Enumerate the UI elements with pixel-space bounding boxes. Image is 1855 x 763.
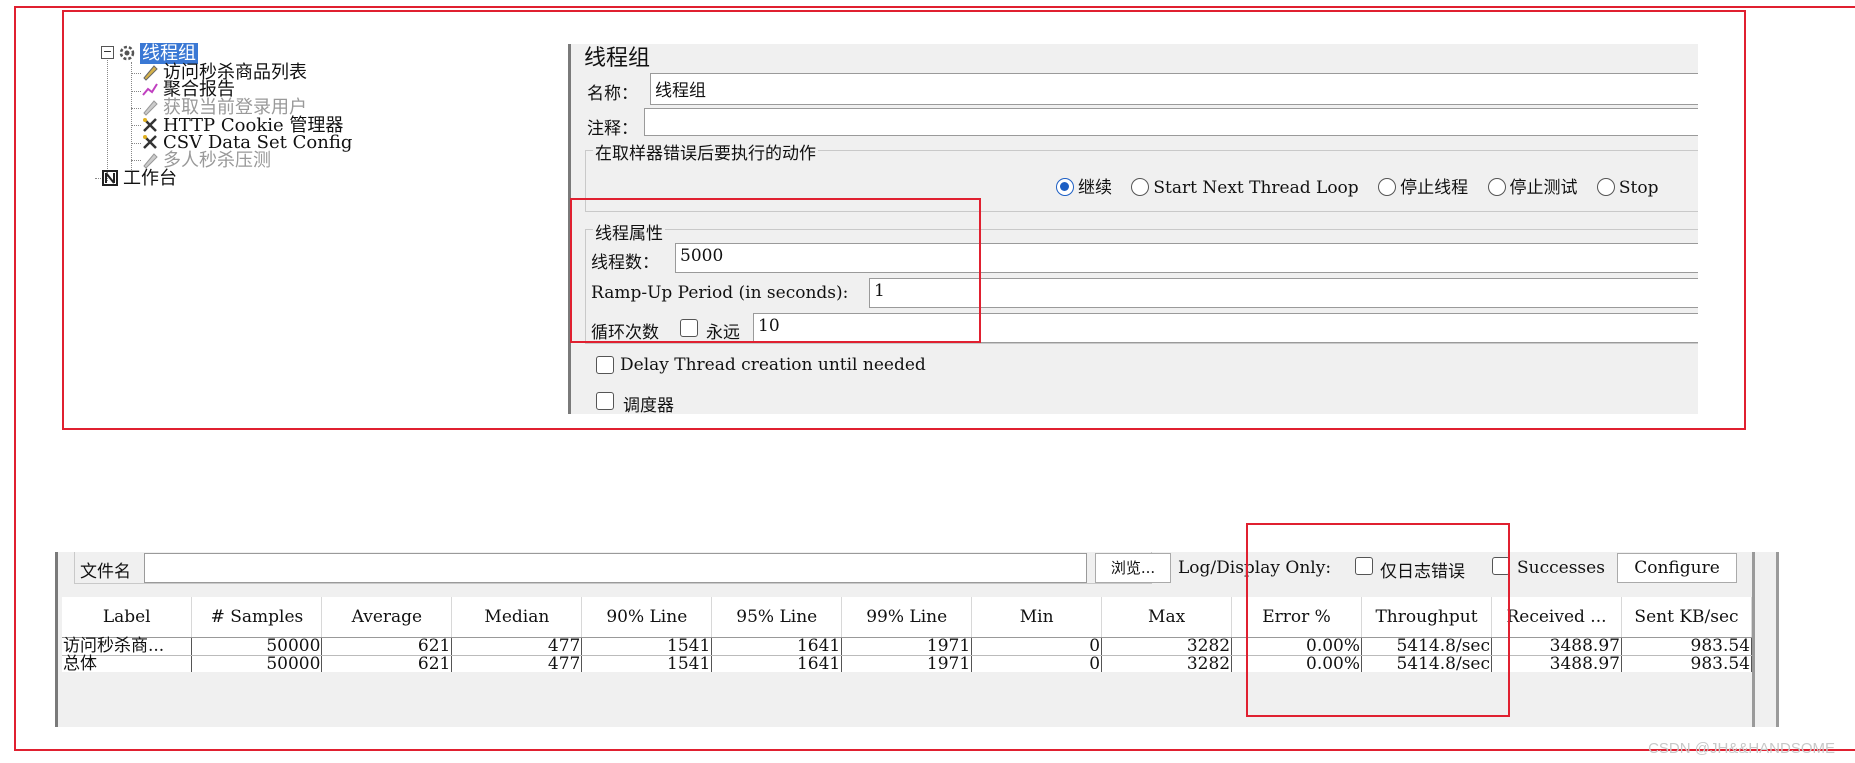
column-header[interactable]: # Samples: [191, 597, 323, 638]
column-header[interactable]: Label: [62, 597, 193, 638]
radio-button[interactable]: [1596, 178, 1615, 196]
column-header[interactable]: Average: [321, 597, 453, 638]
table-cell: 访问秒杀商...: [62, 637, 193, 656]
radio-button[interactable]: [1487, 178, 1506, 196]
table-cell: 3488.97: [1491, 637, 1622, 656]
filename-label: 文件名: [80, 562, 131, 582]
column-header[interactable]: Max: [1101, 597, 1233, 638]
table-cell: 50000: [191, 655, 323, 674]
tree-item-workbench[interactable]: 工作台: [101, 169, 177, 188]
pencil-icon: [141, 63, 159, 81]
report-chart-icon: [141, 80, 159, 98]
table-cell: 983.54: [1621, 655, 1753, 674]
radio-button[interactable]: [1378, 178, 1397, 196]
filename-field[interactable]: [144, 553, 1087, 583]
tree-item-label: 线程组: [140, 43, 198, 64]
radio-stop-now[interactable]: Stop: [1596, 178, 1659, 198]
table-cell: 1641: [711, 637, 843, 656]
column-header[interactable]: Min: [971, 597, 1103, 638]
delay-thread-label: Delay Thread creation until needed: [620, 355, 926, 375]
browse-button[interactable]: 浏览...: [1095, 553, 1171, 583]
watermark: CSDN @JH&&HANDSOME: [1648, 740, 1835, 757]
scheduler-label: 调度器: [623, 396, 674, 416]
workbench-icon: [101, 169, 119, 187]
delay-thread-checkbox[interactable]: [596, 356, 614, 374]
radio-stop-thread[interactable]: 停止线程: [1378, 173, 1468, 198]
table-cell: 983.54: [1621, 637, 1753, 656]
successes-label: Successes: [1517, 558, 1605, 578]
radio-button[interactable]: [1056, 178, 1074, 196]
table-cell: 1971: [841, 655, 973, 674]
table-cell: 3488.97: [1491, 655, 1622, 674]
column-header[interactable]: 95% Line: [711, 597, 843, 638]
wrench-icon: [141, 133, 159, 151]
pencil-icon: [141, 151, 159, 169]
error-action-legend: 在取样器错误后要执行的动作: [593, 139, 818, 164]
table-cell: 621: [321, 655, 453, 674]
scheduler-checkbox[interactable]: [596, 392, 614, 410]
wrench-icon: [141, 116, 159, 134]
column-header[interactable]: Sent KB/sec: [1621, 597, 1753, 638]
table-cell: 3282: [1101, 637, 1233, 656]
table-cell: 1641: [711, 655, 843, 674]
table-cell: 1971: [841, 637, 973, 656]
column-header[interactable]: 90% Line: [581, 597, 713, 638]
comment-field[interactable]: [644, 108, 1698, 136]
panel-title: 线程组: [584, 46, 651, 71]
radio-continue[interactable]: 继续: [1056, 173, 1112, 198]
table-cell: 总体: [62, 655, 193, 674]
column-header[interactable]: Received ...: [1491, 597, 1622, 638]
table-cell: 621: [321, 637, 453, 656]
radio-button[interactable]: [1131, 178, 1150, 196]
rampup-field[interactable]: 1: [869, 278, 1698, 308]
comment-label: 注释：: [587, 119, 638, 139]
configure-button[interactable]: Configure: [1617, 553, 1737, 583]
table-cell: 1541: [581, 655, 713, 674]
tree-item-label: 工作台: [123, 168, 177, 189]
table-cell: 3282: [1101, 655, 1233, 674]
table-cell: 0: [971, 655, 1103, 674]
collapse-toggle[interactable]: −: [101, 46, 114, 59]
table-cell: 50000: [191, 637, 323, 656]
table-cell: 477: [451, 655, 583, 674]
thread-props-highlight: [570, 198, 981, 343]
tree-item-thread-group[interactable]: 线程组: [118, 43, 198, 64]
throughput-highlight: [1246, 523, 1510, 717]
tree-item-label: 多人秒杀压测: [163, 150, 271, 171]
radio-stop-test[interactable]: 停止测试: [1487, 173, 1578, 198]
name-label: 名称：: [587, 84, 638, 104]
table-cell: 1541: [581, 637, 713, 656]
column-header[interactable]: Median: [451, 597, 583, 638]
gear-icon: [118, 44, 136, 62]
table-cell: 477: [451, 637, 583, 656]
pencil-icon: [141, 98, 159, 116]
column-header[interactable]: 99% Line: [841, 597, 973, 638]
name-field[interactable]: 线程组: [650, 73, 1698, 105]
error-action-options: 继续 Start Next Thread Loop 停止线程 停止测试 Stop: [1056, 173, 1673, 198]
radio-start-next-loop[interactable]: Start Next Thread Loop: [1131, 178, 1359, 198]
table-cell: 0: [971, 637, 1103, 656]
